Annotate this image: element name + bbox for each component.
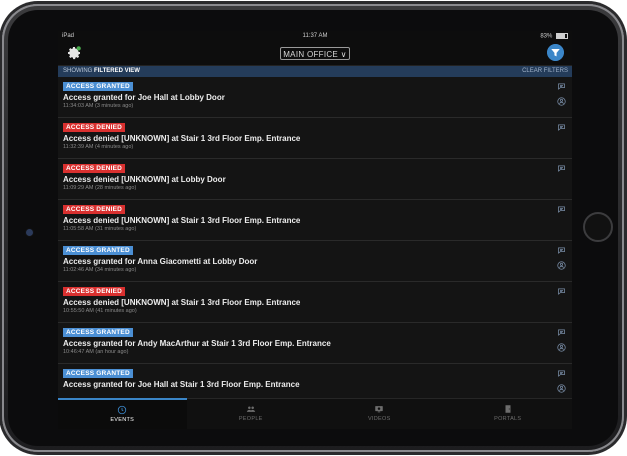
comment-icon[interactable] xyxy=(557,123,566,132)
event-status-badge: ACCESS GRANTED xyxy=(63,328,133,337)
comment-icon[interactable] xyxy=(557,82,566,91)
status-time: 11:37 AM xyxy=(302,33,328,39)
event-timestamp: 11:05:58 AM (31 minutes ago) xyxy=(63,226,137,232)
person-icon[interactable] xyxy=(557,261,566,270)
tab-label: PEOPLE xyxy=(238,416,263,422)
event-title: Access denied [UNKNOWN] at Stair 1 3rd F… xyxy=(63,134,301,143)
tab-bar: EVENTS PEOPLE VIDEOS PORTALS xyxy=(58,398,572,429)
comment-icon[interactable] xyxy=(557,287,566,296)
event-row[interactable]: ACCESS GRANTED Access granted for Joe Hal… xyxy=(58,364,572,399)
status-bar: iPad 11:37 AM 83% xyxy=(58,31,572,41)
tab-label: VIDEOS xyxy=(367,416,391,422)
event-title: Access granted for Andy MacArthur at Sta… xyxy=(63,339,331,348)
event-row[interactable]: ACCESS DENIED Access denied [UNKNOWN] at … xyxy=(58,282,572,323)
event-title: Access granted for Joe Hall at Stair 1 3… xyxy=(63,380,300,389)
people-icon xyxy=(246,406,255,412)
comment-icon[interactable] xyxy=(557,205,566,214)
event-title: Access granted for Joe Hall at Lobby Doo… xyxy=(63,93,225,102)
event-title: Access granted for Anna Giacometti at Lo… xyxy=(63,257,258,266)
status-dot-icon xyxy=(76,46,81,51)
tab-events[interactable]: EVENTS xyxy=(58,398,187,429)
home-button[interactable] xyxy=(583,212,613,242)
event-title: Access denied [UNKNOWN] at Stair 1 3rd F… xyxy=(63,216,301,225)
filter-strip: SHOWING FILTERED VIEW CLEAR FILTERS xyxy=(58,66,572,77)
event-status-badge: ACCESS GRANTED xyxy=(63,369,133,378)
comment-icon[interactable] xyxy=(557,164,566,173)
location-select[interactable]: MAIN OFFICE ∨ xyxy=(280,47,350,60)
tab-label: PORTALS xyxy=(494,416,522,422)
event-row[interactable]: ACCESS DENIED Access denied [UNKNOWN] at … xyxy=(58,118,572,159)
comment-icon[interactable] xyxy=(557,328,566,337)
event-row[interactable]: ACCESS DENIED Access denied [UNKNOWN] at … xyxy=(58,200,572,241)
filter-icon[interactable] xyxy=(547,44,564,61)
clear-filters-button[interactable]: CLEAR FILTERS xyxy=(522,66,568,77)
person-icon[interactable] xyxy=(557,384,566,393)
event-timestamp: 11:09:29 AM (28 minutes ago) xyxy=(63,185,137,191)
front-camera xyxy=(26,229,33,236)
comment-icon[interactable] xyxy=(557,246,566,255)
clock-icon xyxy=(118,405,127,415)
app-screen: iPad 11:37 AM 83% MAIN OFFICE ∨ SHOWING … xyxy=(58,31,572,429)
tab-label: EVENTS xyxy=(110,417,135,423)
event-timestamp: 10:55:50 AM (41 minutes ago) xyxy=(63,308,137,314)
event-timestamp: 11:32:39 AM (4 minutes ago) xyxy=(63,144,134,150)
nav-bar: MAIN OFFICE ∨ xyxy=(58,41,572,66)
event-timestamp: 11:34:03 AM (3 minutes ago) xyxy=(63,103,134,109)
battery-indicator: 83% xyxy=(540,33,568,40)
event-title: Access denied [UNKNOWN] at Stair 1 3rd F… xyxy=(63,298,301,307)
battery-percent: 83% xyxy=(540,33,553,40)
tab-portals[interactable]: PORTALS xyxy=(444,399,573,429)
event-row[interactable]: ACCESS DENIED Access denied [UNKNOWN] at … xyxy=(58,159,572,200)
battery-icon xyxy=(556,33,568,39)
event-timestamp: 11:02:46 AM (34 minutes ago) xyxy=(63,267,137,273)
filter-prefix: SHOWING xyxy=(63,68,93,74)
event-row[interactable]: ACCESS GRANTED Access granted for Anna Gi… xyxy=(58,241,572,282)
person-icon[interactable] xyxy=(557,343,566,352)
chevron-down-icon: ∨ xyxy=(340,50,347,59)
event-status-badge: ACCESS DENIED xyxy=(63,123,126,132)
location-label: MAIN OFFICE xyxy=(283,50,339,59)
event-timestamp: 10:46:47 AM (an hour ago) xyxy=(63,349,129,355)
tab-people[interactable]: PEOPLE xyxy=(187,399,316,429)
person-icon[interactable] xyxy=(557,97,566,106)
event-status-badge: ACCESS DENIED xyxy=(63,164,126,173)
event-status-badge: ACCESS DENIED xyxy=(63,287,126,296)
event-row[interactable]: ACCESS GRANTED Access granted for Joe Hal… xyxy=(58,77,572,118)
event-status-badge: ACCESS DENIED xyxy=(63,205,126,214)
gear-icon[interactable] xyxy=(66,45,82,61)
comment-icon[interactable] xyxy=(557,369,566,378)
filter-view-name: FILTERED VIEW xyxy=(94,68,140,74)
event-status-badge: ACCESS GRANTED xyxy=(63,246,133,255)
video-icon xyxy=(375,406,383,413)
door-icon xyxy=(505,405,511,413)
events-list[interactable]: ACCESS GRANTED Access granted for Joe Hal… xyxy=(58,77,572,399)
event-status-badge: ACCESS GRANTED xyxy=(63,82,133,91)
filter-status: SHOWING FILTERED VIEW xyxy=(63,66,140,77)
event-title: Access denied [UNKNOWN] at Lobby Door xyxy=(63,175,226,184)
event-row[interactable]: ACCESS GRANTED Access granted for Andy Ma… xyxy=(58,323,572,364)
tab-videos[interactable]: VIDEOS xyxy=(315,399,444,429)
